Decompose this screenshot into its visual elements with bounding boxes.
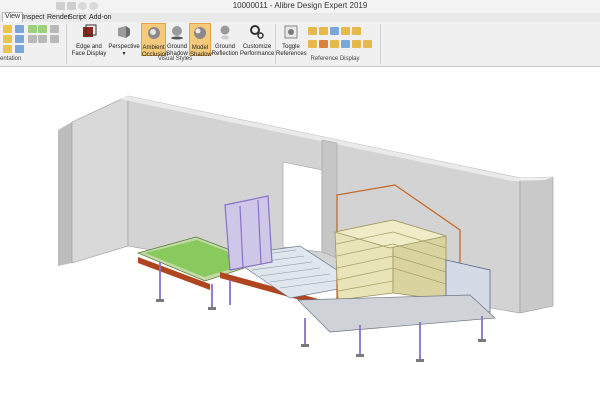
rotate-left-icon[interactable] [28,25,37,33]
view-top-icon[interactable] [3,35,12,43]
group-label-visual-styles: Visual Styles [157,56,193,62]
reference-axis-icon[interactable] [319,27,328,35]
reference-plane-2-icon[interactable] [308,40,317,48]
tab-inspect[interactable]: Inspect [20,13,47,22]
model-canvas[interactable] [0,67,600,400]
ground-reflection-label-2: Reflection [211,51,239,57]
base-platform [297,294,496,333]
customize-performance-label-2: Performance [240,51,275,57]
customize-performance-button[interactable]: Customize Performance [240,23,275,57]
doorway [282,161,323,253]
view-front-icon[interactable] [3,25,12,33]
rotate-right-icon[interactable] [38,25,47,33]
ground-shadow-icon [171,26,183,40]
toggle-references-label-1: Toggle [282,44,300,50]
right-wall-end [519,176,554,314]
ground-reflection-icon [220,25,230,40]
window-title: 10000011 - Alibre Design Expert 2019 [232,1,368,10]
transfer-frame [224,195,273,271]
group-label-reference-display: Reference Display [310,56,360,62]
reference-plane-icon[interactable] [308,27,317,35]
left-wall-face [71,95,129,264]
reference-axis-2-icon[interactable] [319,40,328,48]
ribbon: entation Edge and Face Display Perspecti… [0,22,600,67]
perspective-button[interactable]: Perspective ▾ [108,23,140,58]
tab-add-on[interactable]: Add-on [87,13,114,22]
reference-point-icon[interactable] [330,27,339,35]
edge-face-display-icon [83,24,97,37]
ground-reflection-button[interactable]: Ground Reflection [211,23,239,57]
edge-face-display-button[interactable]: Edge and Face Display [70,23,108,57]
reference-csys-2-icon[interactable] [341,40,350,48]
perspective-label: Perspective [108,44,140,50]
toggle-references-button[interactable]: Toggle References [276,23,307,57]
perspective-dropdown-icon[interactable]: ▾ [108,51,140,58]
title-bar: 10000011 - Alibre Design Expert 2019 [0,0,600,13]
model-shadow-icon [194,27,206,39]
model-shadow-label-1: Model [191,45,209,51]
spin-left-icon[interactable] [50,25,59,33]
view-right-icon[interactable] [3,45,12,53]
ambient-occlusion-icon [147,27,160,39]
group-separator [380,24,381,64]
reference-csys-icon[interactable] [341,27,350,35]
reference-dim-icon[interactable] [363,40,372,48]
reference-sketch-2-icon[interactable] [352,40,361,48]
ambient-occlusion-button[interactable]: Ambient Occlusion [141,23,168,58]
model-viewport[interactable] [0,67,600,400]
reference-sketch-icon[interactable] [352,27,361,35]
tab-script[interactable]: Script [66,13,88,22]
view-iso-icon[interactable] [15,25,24,33]
reference-point-2-icon[interactable] [330,40,339,48]
menu-bar: View Inspect Render Script Add-on [0,12,600,23]
edge-face-display-label-2: Face Display [71,51,107,57]
spin-right-icon[interactable] [50,35,59,43]
ground-shadow-label-1: Ground [166,44,187,50]
ambient-occlusion-label-1: Ambient [142,45,165,51]
view-bottom-icon[interactable] [15,45,24,53]
view-back-icon[interactable] [15,35,24,43]
ground-shadow-button[interactable]: Ground Shadow [166,23,188,57]
edge-face-display-label-1: Edge and [76,44,102,50]
wall-pillar [321,139,338,259]
rotate-down-icon[interactable] [38,35,47,43]
customize-performance-label-1: Customize [242,44,272,50]
ground-reflection-label-1: Ground [214,44,235,50]
model-shadow-button[interactable]: Model Shadow [189,23,212,58]
group-label-orientation: entation [0,56,22,62]
perspective-icon [118,26,130,38]
rotate-up-icon[interactable] [28,35,37,43]
toggle-references-icon [284,25,298,39]
gear-icon [250,25,264,39]
group-separator [66,24,67,64]
left-wall-side [58,122,72,266]
